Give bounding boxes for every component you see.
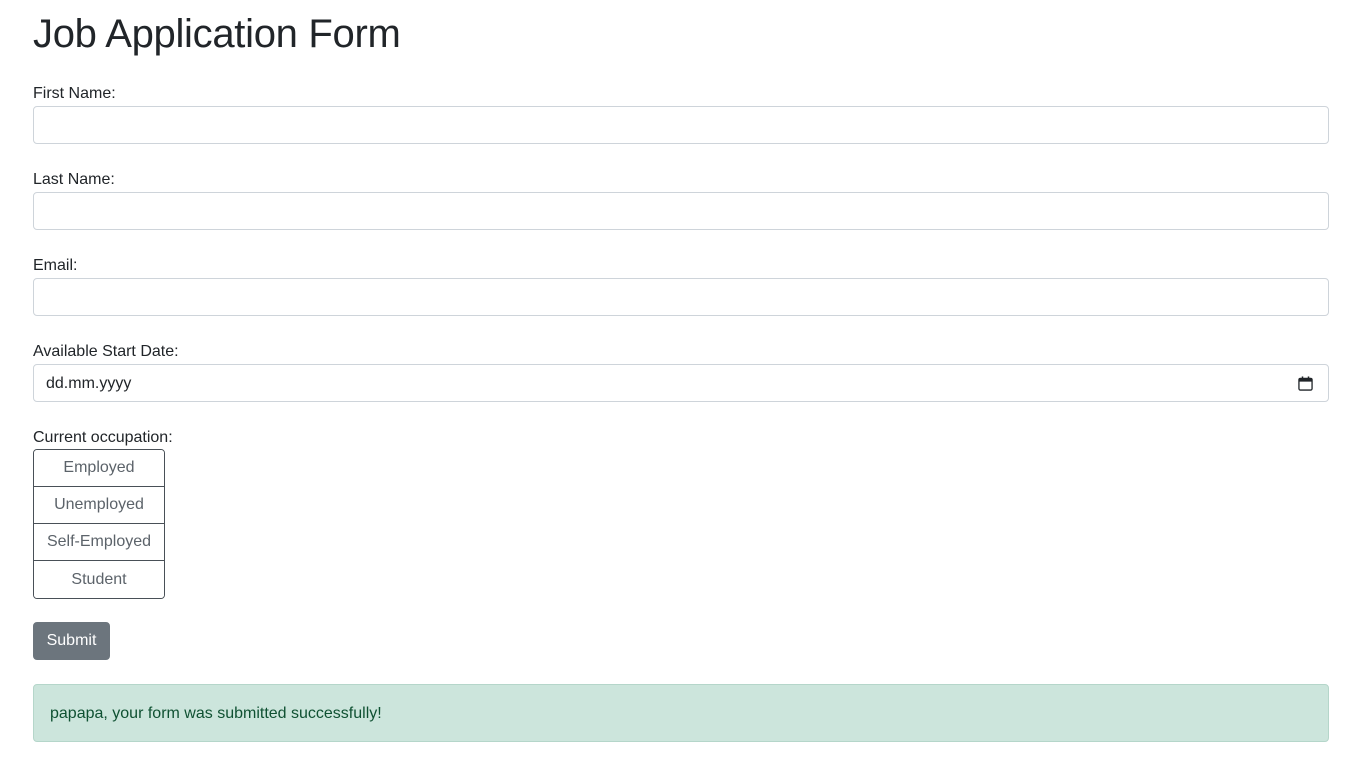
occupation-label: Current occupation: (33, 429, 173, 446)
email-label: Email: (33, 257, 78, 274)
success-alert-message: papapa, your form was submitted successf… (50, 705, 382, 722)
occupation-option-student[interactable]: Student (34, 561, 164, 598)
calendar-icon[interactable] (1298, 376, 1313, 391)
last-name-label: Last Name: (33, 171, 115, 188)
occupation-option-unemployed[interactable]: Unemployed (34, 487, 164, 524)
start-date-input[interactable]: dd.mm.yyyy (33, 364, 1329, 402)
page-title: Job Application Form (33, 12, 401, 56)
success-alert: papapa, your form was submitted successf… (33, 684, 1329, 742)
submit-button[interactable]: Submit (33, 622, 110, 660)
first-name-label: First Name: (33, 85, 116, 102)
last-name-input[interactable] (33, 192, 1329, 230)
occupation-option-self-employed[interactable]: Self-Employed (34, 524, 164, 561)
email-input[interactable] (33, 278, 1329, 316)
first-name-input[interactable] (33, 106, 1329, 144)
start-date-label: Available Start Date: (33, 343, 179, 360)
start-date-format-text: dd.mm.yyyy (46, 375, 132, 392)
occupation-option-group: Employed Unemployed Self-Employed Studen… (33, 449, 165, 599)
occupation-option-employed[interactable]: Employed (34, 450, 164, 487)
